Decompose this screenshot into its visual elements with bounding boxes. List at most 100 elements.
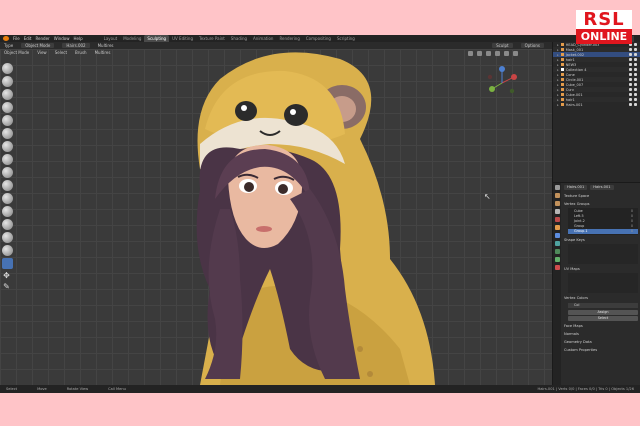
layer-brush-icon[interactable] [2,115,13,126]
wireframe-shading-icon[interactable] [486,51,491,56]
tab-shading[interactable]: Shading [228,35,250,42]
menu-multires[interactable]: Multires [95,50,111,55]
expand-arrow-icon[interactable]: ▸ [557,63,559,67]
menu-edit[interactable]: Edit [24,35,32,42]
render-camera-icon[interactable] [634,98,637,101]
object-tab-icon[interactable] [554,225,560,230]
render-camera-icon[interactable] [634,58,637,61]
object-name-field[interactable]: Hairs.001 [564,184,588,190]
draw-sharp-brush-icon[interactable] [2,76,13,87]
render-camera-icon[interactable] [634,68,637,71]
material-shading-icon[interactable] [504,51,509,56]
blender-logo-icon[interactable] [3,36,9,41]
gizmo-z-handle[interactable] [499,66,505,72]
navigation-gizmo[interactable] [482,63,522,103]
render-tab-icon[interactable] [554,193,560,198]
render-camera-icon[interactable] [634,93,637,96]
visibility-eye-icon[interactable] [629,53,632,56]
tab-layout[interactable]: Layout [101,35,121,42]
render-camera-icon[interactable] [634,83,637,86]
section-face-maps[interactable]: Face Maps [564,323,638,329]
section-vertex-groups[interactable]: Vertex Groups [564,201,638,207]
render-camera-icon[interactable] [634,48,637,51]
menu-view[interactable]: View [37,50,47,55]
menu-render[interactable]: Render [35,35,49,42]
material-tab-icon[interactable] [554,265,560,270]
output-tab-icon[interactable] [554,201,560,206]
render-camera-icon[interactable] [634,43,637,46]
visibility-eye-icon[interactable] [629,88,632,91]
expand-arrow-icon[interactable]: ▸ [557,53,559,57]
outliner-row[interactable]: ▸ Hairs.001 [553,102,640,107]
visibility-eye-icon[interactable] [629,63,632,66]
list-item[interactable]: Group.1 0 [568,229,638,234]
visibility-eye-icon[interactable] [629,93,632,96]
snake-hook-brush-icon[interactable] [2,245,13,256]
section-custom-properties[interactable]: Custom Properties [564,347,638,353]
render-camera-icon[interactable] [634,73,637,76]
section-uv-maps[interactable]: UV Maps [564,266,638,272]
gizmo-y-handle[interactable] [489,86,495,92]
section-vertex-colors[interactable]: Vertex Colors [564,295,638,301]
scene-tab-icon[interactable] [554,209,560,214]
section-normals[interactable]: Normals [564,331,638,337]
expand-arrow-icon[interactable]: ▸ [557,83,559,87]
render-camera-icon[interactable] [634,78,637,81]
options-dropdown[interactable]: Options [520,43,544,48]
visibility-eye-icon[interactable] [629,73,632,76]
particles-tab-icon[interactable] [554,241,560,246]
expand-arrow-icon[interactable]: ▸ [557,78,559,82]
tab-modeling[interactable]: Modeling [120,35,144,42]
visibility-eye-icon[interactable] [629,78,632,81]
assign-button[interactable]: Assign [568,310,638,315]
visibility-eye-icon[interactable] [629,103,632,106]
menu-select[interactable]: Select [55,50,67,55]
annotate-icon[interactable]: ✎ [2,282,11,291]
menu-help[interactable]: Help [73,35,82,42]
viewport-mode[interactable]: Object Mode [4,50,29,55]
clay-brush-icon[interactable] [2,89,13,100]
expand-arrow-icon[interactable]: ▸ [557,58,559,62]
visibility-eye-icon[interactable] [629,83,632,86]
render-camera-icon[interactable] [634,63,637,66]
transform-icon[interactable]: ✥ [2,271,11,280]
gizmo-neg-x-handle[interactable] [487,74,493,80]
blob-brush-icon[interactable] [2,141,13,152]
pinch-brush-icon[interactable] [2,219,13,230]
menu-window[interactable]: Window [54,35,70,42]
rendered-shading-icon[interactable] [513,51,518,56]
expand-arrow-icon[interactable]: ▸ [557,68,559,72]
section-texture-space[interactable]: Texture Space [564,193,638,199]
expand-arrow-icon[interactable]: ▸ [557,98,559,102]
expand-arrow-icon[interactable]: ▸ [557,103,559,107]
expand-arrow-icon[interactable]: ▸ [557,48,559,52]
tab-texture-paint[interactable]: Texture Paint [196,35,228,42]
section-geometry-data[interactable]: Geometry Data [564,339,638,345]
render-camera-icon[interactable] [634,103,637,106]
visibility-eye-icon[interactable] [629,68,632,71]
section-shape-keys[interactable]: Shape Keys [564,237,638,243]
tool-tab-icon[interactable] [554,185,560,190]
scrape-brush-icon[interactable] [2,206,13,217]
expand-arrow-icon[interactable]: ▸ [557,43,559,47]
expand-arrow-icon[interactable]: ▸ [557,88,559,92]
flatten-brush-icon[interactable] [2,180,13,191]
tab-animation[interactable]: Animation [250,35,276,42]
physics-tab-icon[interactable] [554,249,560,254]
tab-sculpting[interactable]: Sculpting [144,35,170,42]
tab-uv-editing[interactable]: UV Editing [169,35,196,42]
tab-scripting[interactable]: Scripting [334,35,358,42]
expand-arrow-icon[interactable]: ▸ [557,93,559,97]
tab-rendering[interactable]: Rendering [276,35,302,42]
mask-brush-icon[interactable] [2,258,13,269]
vertex-color-field[interactable]: Col [568,303,638,308]
xray-icon[interactable] [477,51,482,56]
3d-viewport[interactable]: Object Mode View Select Brush Multires ✥ [0,49,552,385]
inflate-brush-icon[interactable] [2,128,13,139]
fill-brush-icon[interactable] [2,193,13,204]
gizmo-neg-y-handle[interactable] [509,88,515,94]
grab-brush-icon[interactable] [2,232,13,243]
visibility-eye-icon[interactable] [629,48,632,51]
menu-brush[interactable]: Brush [75,50,87,55]
visibility-eye-icon[interactable] [629,98,632,101]
